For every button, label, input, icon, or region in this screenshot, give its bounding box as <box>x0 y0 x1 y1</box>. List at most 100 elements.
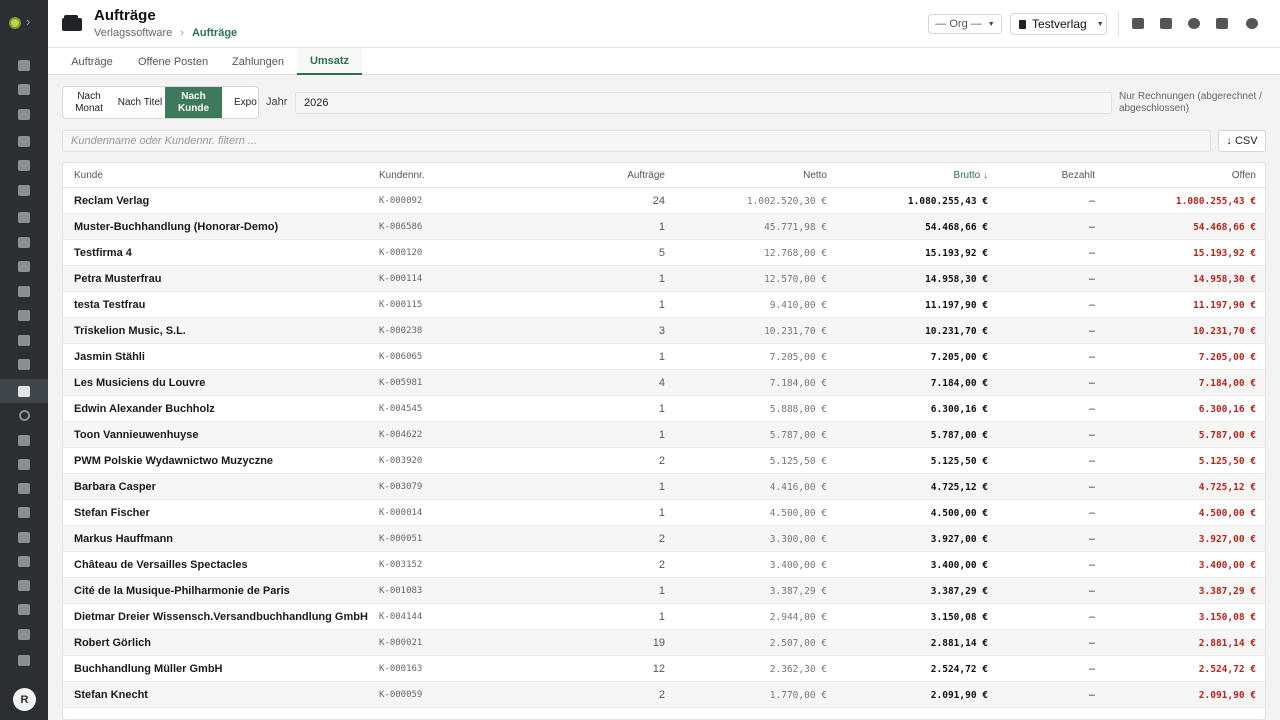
sidebar-item-send[interactable] <box>0 178 48 202</box>
org-select[interactable]: — Org — ▼ <box>928 14 1002 34</box>
cell-offen: 54.468,66 € <box>1193 221 1256 233</box>
group-by-title-button[interactable]: Nach Titel <box>115 87 165 118</box>
table-row[interactable]: Robert Görlich K-000021 19 2.507,00 € 2.881,… <box>63 630 1265 656</box>
avatar[interactable]: R <box>13 688 36 711</box>
table-row[interactable]: Dietmar Dreier Wissensch.Versandbuchhand… <box>63 604 1265 630</box>
cell-bezahlt: – <box>1088 559 1095 571</box>
sidebar-item-image[interactable] <box>0 254 48 278</box>
publisher-select-value: Testverlag <box>1032 17 1087 31</box>
cell-kunde: Reclam Verlag <box>74 195 150 207</box>
store-icon <box>18 555 30 567</box>
table-row[interactable]: Testfirma 4 K-000120 5 12.768,00 € 15.193,92… <box>63 240 1265 266</box>
sidebar-item-briefcase[interactable] <box>0 279 48 303</box>
cell-netto: 1.770,00 € <box>769 689 827 701</box>
table-row[interactable]: Triskelion Music, S.L. K-000238 3 10.231,70… <box>63 318 1265 344</box>
group-by-expo-button[interactable]: Expo <box>222 87 258 118</box>
year-input[interactable]: 2026 <box>295 92 1112 114</box>
table-row[interactable]: Château de Versailles Spectacles K-003152… <box>63 552 1265 578</box>
table-row[interactable]: Edwin Alexander Buchholz K-004545 1 5.888,0… <box>63 396 1265 422</box>
column-header-offen[interactable]: Offen <box>1143 163 1256 188</box>
sidebar-item-file[interactable] <box>0 525 48 549</box>
group-by-customer-button[interactable]: Nach Kunde <box>165 87 222 118</box>
column-header-kundennr[interactable]: Kundennr. <box>379 163 479 188</box>
chat-button[interactable] <box>1158 15 1174 31</box>
table-row[interactable]: Muster-Buchhandlung (Honorar-Demo) K-0065… <box>63 214 1265 240</box>
truck-icon <box>18 482 30 494</box>
sidebar-item-bag[interactable] <box>0 428 48 452</box>
breadcrumb-root[interactable]: Verlagssoftware <box>94 27 172 39</box>
tab-umsatz[interactable]: Umsatz <box>297 48 362 75</box>
table-row[interactable]: Barbara Casper K-003079 1 4.416,00 € 4.725,1… <box>63 474 1265 500</box>
sidebar-item-circle[interactable] <box>0 403 48 427</box>
cell-bezahlt: – <box>1088 403 1095 415</box>
cell-brutto: 2.881,14 € <box>930 637 988 649</box>
table-row[interactable]: Buchhandlung Müller GmbH K-000163 12 2.362,… <box>63 656 1265 682</box>
tab-offene-posten[interactable]: Offene Posten <box>134 48 212 75</box>
customer-filter-input[interactable]: Kundenname oder Kundennr. filtern ... <box>62 130 1211 152</box>
column-header-netto[interactable]: Netto <box>713 163 827 188</box>
column-header-bezahlt[interactable]: Bezahlt <box>1023 163 1095 188</box>
sidebar-item-store[interactable] <box>0 549 48 573</box>
sidebar-item-dashboard[interactable] <box>0 53 48 77</box>
moon-button[interactable] <box>1244 15 1260 31</box>
sidebar-item-shipping[interactable] <box>0 573 48 597</box>
group-by-month-button[interactable]: Nach Monat <box>63 87 115 118</box>
signal-button[interactable] <box>1186 15 1202 31</box>
column-header-kunde[interactable]: Kunde <box>74 163 274 188</box>
sidebar-item-layout[interactable] <box>0 102 48 126</box>
publisher-select[interactable]: Testverlag ▼ <box>1010 13 1107 35</box>
sidebar-item-mail[interactable] <box>0 153 48 177</box>
app-switcher[interactable]: › <box>0 12 48 34</box>
table-row[interactable]: Cité de la Musique-Philharmonie de Paris… <box>63 578 1265 604</box>
sidebar-item-idea[interactable] <box>0 205 48 229</box>
cell-offen: 14.958,30 € <box>1193 273 1256 285</box>
table-row[interactable]: Markus Hauffmann K-000051 2 3.300,00 € 3.927… <box>63 526 1265 552</box>
sidebar-item-library[interactable] <box>0 230 48 254</box>
cell-kunde: Château de Versailles Spectacles <box>74 559 248 571</box>
caret-down-icon: ▼ <box>987 20 995 28</box>
users-button[interactable] <box>1214 15 1230 31</box>
sidebar-item-music[interactable] <box>0 500 48 524</box>
header-divider <box>1118 12 1119 36</box>
tab-auftraege[interactable]: Aufträge <box>62 48 122 75</box>
table-row[interactable]: Stefan Knecht K-000059 2 1.770,00 € 2.091,90… <box>63 682 1265 708</box>
orders-icon <box>18 385 30 397</box>
cell-brutto: 11.197,90 € <box>925 299 988 311</box>
sidebar-item-megaphone[interactable] <box>0 452 48 476</box>
sidebar-item-chart[interactable] <box>0 597 48 621</box>
sidebar-item-calendar[interactable] <box>0 77 48 101</box>
cell-brutto: 7.205,00 € <box>930 351 988 363</box>
sidebar-item-shield[interactable] <box>0 648 48 672</box>
cell-bezahlt: – <box>1088 429 1095 441</box>
csv-export-button[interactable]: ↓ CSV <box>1218 130 1266 152</box>
cell-netto: 4.500,00 € <box>769 507 827 519</box>
caret-down-icon: ▼ <box>1096 20 1104 28</box>
table-row[interactable]: testa Testfrau K-000115 1 9.410,00 € 11.197,… <box>63 292 1265 318</box>
sidebar-item-news[interactable] <box>0 303 48 327</box>
table-row[interactable]: Petra Musterfrau K-000114 1 12.570,00 € 14.9… <box>63 266 1265 292</box>
column-header-auftraege[interactable]: Aufträge <box>583 163 665 188</box>
table-row[interactable]: Reclam Verlag K-000092 24 1.002.520,30 € 1.0… <box>63 188 1265 214</box>
sidebar-item-orders[interactable] <box>0 379 48 403</box>
sidebar-item-truck[interactable] <box>0 476 48 500</box>
table-row[interactable]: Les Musiciens du Louvre K-005981 4 7.184,00… <box>63 370 1265 396</box>
sidebar-item-document[interactable] <box>0 622 48 646</box>
table-row[interactable]: Jasmin Stähli K-006065 1 7.205,00 € 7.205,00… <box>63 344 1265 370</box>
cell-kundennr: K-000120 <box>379 248 423 258</box>
cell-kundennr: K-000059 <box>379 690 423 700</box>
sidebar-item-user-edit[interactable] <box>0 129 48 153</box>
cell-netto: 1.002.520,30 € <box>746 195 827 207</box>
sidebar-item-receipt[interactable] <box>0 328 48 352</box>
cell-bezahlt: – <box>1088 585 1095 597</box>
tab-zahlungen[interactable]: Zahlungen <box>224 48 292 75</box>
download-button[interactable] <box>1130 15 1146 31</box>
megaphone-icon <box>18 458 30 470</box>
table-row[interactable]: Toon Vannieuwenhuyse K-004622 1 5.787,00 € 5… <box>63 422 1265 448</box>
cell-brutto: 10.231,70 € <box>925 325 988 337</box>
cell-offen: 5.125,50 € <box>1198 455 1256 467</box>
table-row[interactable]: PWM Polskie Wydawnictwo Muzyczne K-003920… <box>63 448 1265 474</box>
cell-brutto: 3.387,29 € <box>930 585 988 597</box>
table-row[interactable]: Stefan Fischer K-000014 1 4.500,00 € 4.500,0… <box>63 500 1265 526</box>
sidebar-item-feather[interactable] <box>0 352 48 376</box>
column-header-brutto[interactable]: Brutto ↓ <box>873 163 988 188</box>
